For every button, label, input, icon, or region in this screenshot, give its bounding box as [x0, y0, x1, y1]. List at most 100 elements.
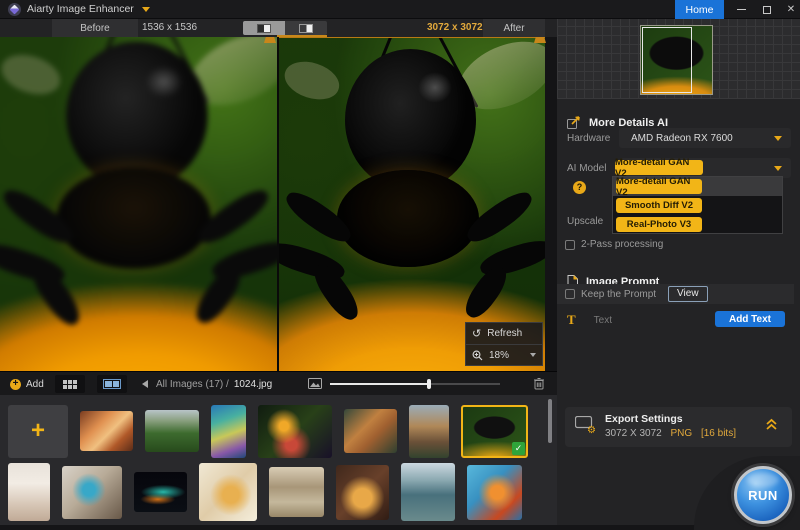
chevron-down-icon [774, 166, 782, 171]
keep-prompt-label: Keep the Prompt [581, 289, 656, 300]
export-bit-depth: [16 bits] [701, 428, 736, 439]
help-icon[interactable]: ? [573, 181, 586, 194]
maximize-icon [763, 6, 771, 14]
filmstrip-view-button[interactable] [97, 375, 127, 393]
all-images-label[interactable]: All Images (17) / [156, 379, 229, 390]
image-viewer: ↺ Refresh 18% [0, 37, 557, 371]
side-by-side-icon [299, 24, 313, 33]
chevron-down-icon [774, 136, 782, 141]
view-prompt-button[interactable]: View [668, 286, 708, 302]
thumbnail-kingfisher[interactable] [62, 466, 122, 519]
thumbnail-valley-horses[interactable] [145, 410, 199, 452]
plus-icon: + [10, 379, 21, 390]
hardware-value: AMD Radeon RX 7600 [619, 133, 733, 144]
app-window: Aiarty Image Enhancer Home ✕ Before 1536… [0, 0, 800, 530]
magnifier-icon [472, 350, 483, 361]
ai-model-option[interactable]: Real-Photo V3 [613, 215, 782, 234]
grid-view-button[interactable] [55, 375, 85, 393]
upscale-label: Upscale [567, 216, 603, 227]
after-size: 3072 x 3072 [427, 22, 483, 33]
thumbnail-girl-portrait[interactable] [80, 411, 133, 451]
ai-model-label: AI Model [567, 163, 606, 174]
zoom-control[interactable]: 18% [466, 344, 542, 365]
export-summary: 3072 X 3072 PNG [16 bits] [605, 428, 736, 439]
text-tool-row: T Text Add Text [557, 311, 800, 329]
bottom-toolbar: + Add All Images (17) / 1024.jpg [0, 371, 557, 395]
settings-panel: More Details AI Hardware AMD Radeon RX 7… [557, 19, 800, 530]
refresh-button[interactable]: ↺ Refresh [466, 323, 542, 344]
export-size: 3072 X 3072 [605, 428, 662, 439]
double-chevron-up-icon[interactable] [765, 418, 778, 431]
close-button[interactable]: ✕ [782, 0, 800, 19]
maximize-button[interactable] [756, 0, 778, 19]
ai-model-option[interactable]: More-detail GAN V2 [613, 177, 782, 196]
gallery-scrollbar[interactable] [548, 399, 552, 443]
more-details-icon [567, 116, 581, 129]
export-settings-card[interactable]: ⚙ Export Settings 3072 X 3072 PNG [16 bi… [565, 407, 792, 447]
ai-model-option[interactable]: Smooth Diff V2 [613, 196, 782, 215]
before-tab[interactable]: Before [52, 19, 138, 37]
zoom-chevron-icon[interactable] [530, 353, 536, 357]
back-arrow-icon[interactable] [142, 380, 148, 388]
navigator-selection[interactable] [642, 27, 692, 93]
thumbnail-man-portrait[interactable] [409, 405, 449, 458]
thumbnail-butterfly[interactable] [258, 405, 332, 458]
thumbnail-bee-selected[interactable]: ✓ [461, 405, 528, 458]
add-image-tile[interactable]: + [8, 405, 68, 458]
app-title: Aiarty Image Enhancer [27, 3, 134, 15]
refresh-label: Refresh [487, 328, 522, 339]
run-button[interactable]: RUN [734, 466, 792, 524]
navigator-area [557, 19, 800, 99]
compare-divider[interactable] [277, 37, 279, 371]
add-text-button[interactable]: Add Text [715, 311, 785, 327]
checkbox-icon[interactable] [565, 289, 575, 299]
zoom-level: 18% [489, 350, 509, 361]
thumbnail-city-night[interactable] [134, 472, 187, 512]
text-tool-icon: T [567, 312, 576, 328]
thumbnail-fantasy-woman[interactable] [211, 405, 246, 458]
two-pass-label: 2-Pass processing [581, 239, 663, 250]
checkbox-icon[interactable] [565, 240, 575, 250]
navigator-thumbnail[interactable] [640, 25, 713, 95]
thumbnail-pancakes[interactable] [336, 465, 389, 520]
hardware-select[interactable]: AMD Radeon RX 7600 [619, 128, 791, 148]
app-logo-icon [8, 3, 21, 16]
image-navigation: All Images (17) / 1024.jpg [142, 372, 272, 396]
add-image-button[interactable]: + Add [10, 372, 44, 396]
minimize-icon [737, 9, 746, 11]
divider-handle-left[interactable] [264, 37, 276, 43]
selected-check-icon: ✓ [512, 442, 525, 455]
keep-prompt-row: Keep the Prompt View [557, 284, 794, 304]
thumbnail-size-slider[interactable] [330, 383, 500, 385]
after-pane[interactable]: ↺ Refresh 18% [279, 37, 545, 371]
thumbnail-interior[interactable] [269, 467, 324, 517]
minimize-button[interactable] [730, 0, 752, 19]
thumbnail-island-lake[interactable] [401, 463, 455, 521]
divider-handle-right[interactable] [534, 37, 546, 43]
titlebar: Aiarty Image Enhancer Home ✕ [0, 0, 800, 19]
split-view-button[interactable] [243, 21, 285, 35]
home-button[interactable]: Home [675, 0, 724, 19]
refresh-icon: ↺ [472, 327, 481, 340]
view-toggle-group [243, 21, 327, 35]
before-image [0, 37, 277, 371]
ai-model-dropdown: More-detail GAN V2 Smooth Diff V2 Real-P… [612, 176, 783, 234]
window-bottom-edge [0, 525, 800, 530]
gear-icon: ⚙ [587, 425, 596, 436]
split-view-icon [257, 24, 271, 33]
thumbnail-bride[interactable] [8, 463, 50, 521]
two-pass-checkbox-row[interactable]: 2-Pass processing [565, 239, 663, 250]
delete-icon[interactable] [533, 377, 545, 390]
chevron-down-icon[interactable] [142, 7, 150, 12]
export-format: PNG [671, 428, 693, 439]
thumbnail-perfume[interactable] [199, 463, 257, 521]
before-pane[interactable] [0, 37, 277, 371]
thumbnail-tiger[interactable] [344, 409, 397, 453]
after-tab[interactable]: After [483, 19, 545, 37]
side-by-side-view-button[interactable] [285, 21, 327, 35]
thumbnail-dragon-art[interactable] [467, 465, 522, 520]
slider-handle[interactable] [427, 379, 431, 389]
after-image [279, 37, 545, 371]
text-label: Text [594, 315, 612, 326]
ai-model-value[interactable]: More-detail GAN V2 [615, 160, 703, 175]
